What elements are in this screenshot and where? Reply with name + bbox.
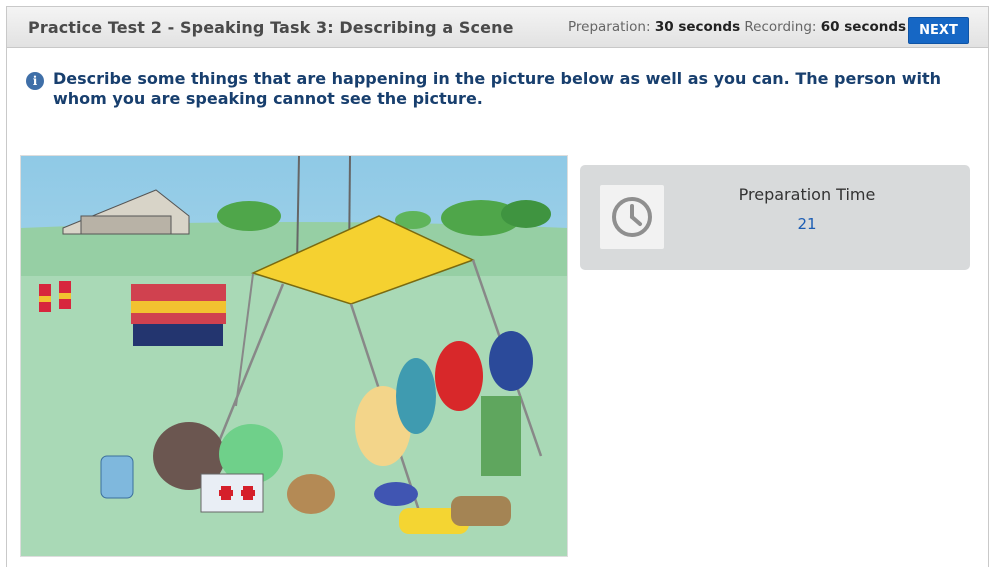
header-bar: Practice Test 2 - Speaking Task 3: Descr… xyxy=(7,7,988,48)
preparation-label: Preparation: xyxy=(568,19,651,35)
preparation-time-label: Preparation Time xyxy=(738,185,876,204)
recording-label: Recording: xyxy=(744,19,817,35)
instruction-text: Describe some things that are happening … xyxy=(53,69,942,108)
test-window: Practice Test 2 - Speaking Task 3: Descr… xyxy=(6,6,989,567)
preparation-timer-panel: Preparation Time 21 xyxy=(580,165,970,270)
next-button[interactable]: NEXT xyxy=(908,17,969,44)
clock-icon-box xyxy=(600,185,664,249)
preparation-value: 30 seconds xyxy=(654,19,741,35)
recording-value: 60 seconds xyxy=(820,19,907,35)
clock-icon xyxy=(612,197,652,237)
page-title: Practice Test 2 - Speaking Task 3: Descr… xyxy=(28,18,514,37)
scene-picture xyxy=(20,155,568,557)
preparation-countdown: 21 xyxy=(797,215,817,233)
timing-info: Preparation: 30 seconds Recording: 60 se… xyxy=(568,19,906,35)
info-icon: i xyxy=(26,72,44,90)
